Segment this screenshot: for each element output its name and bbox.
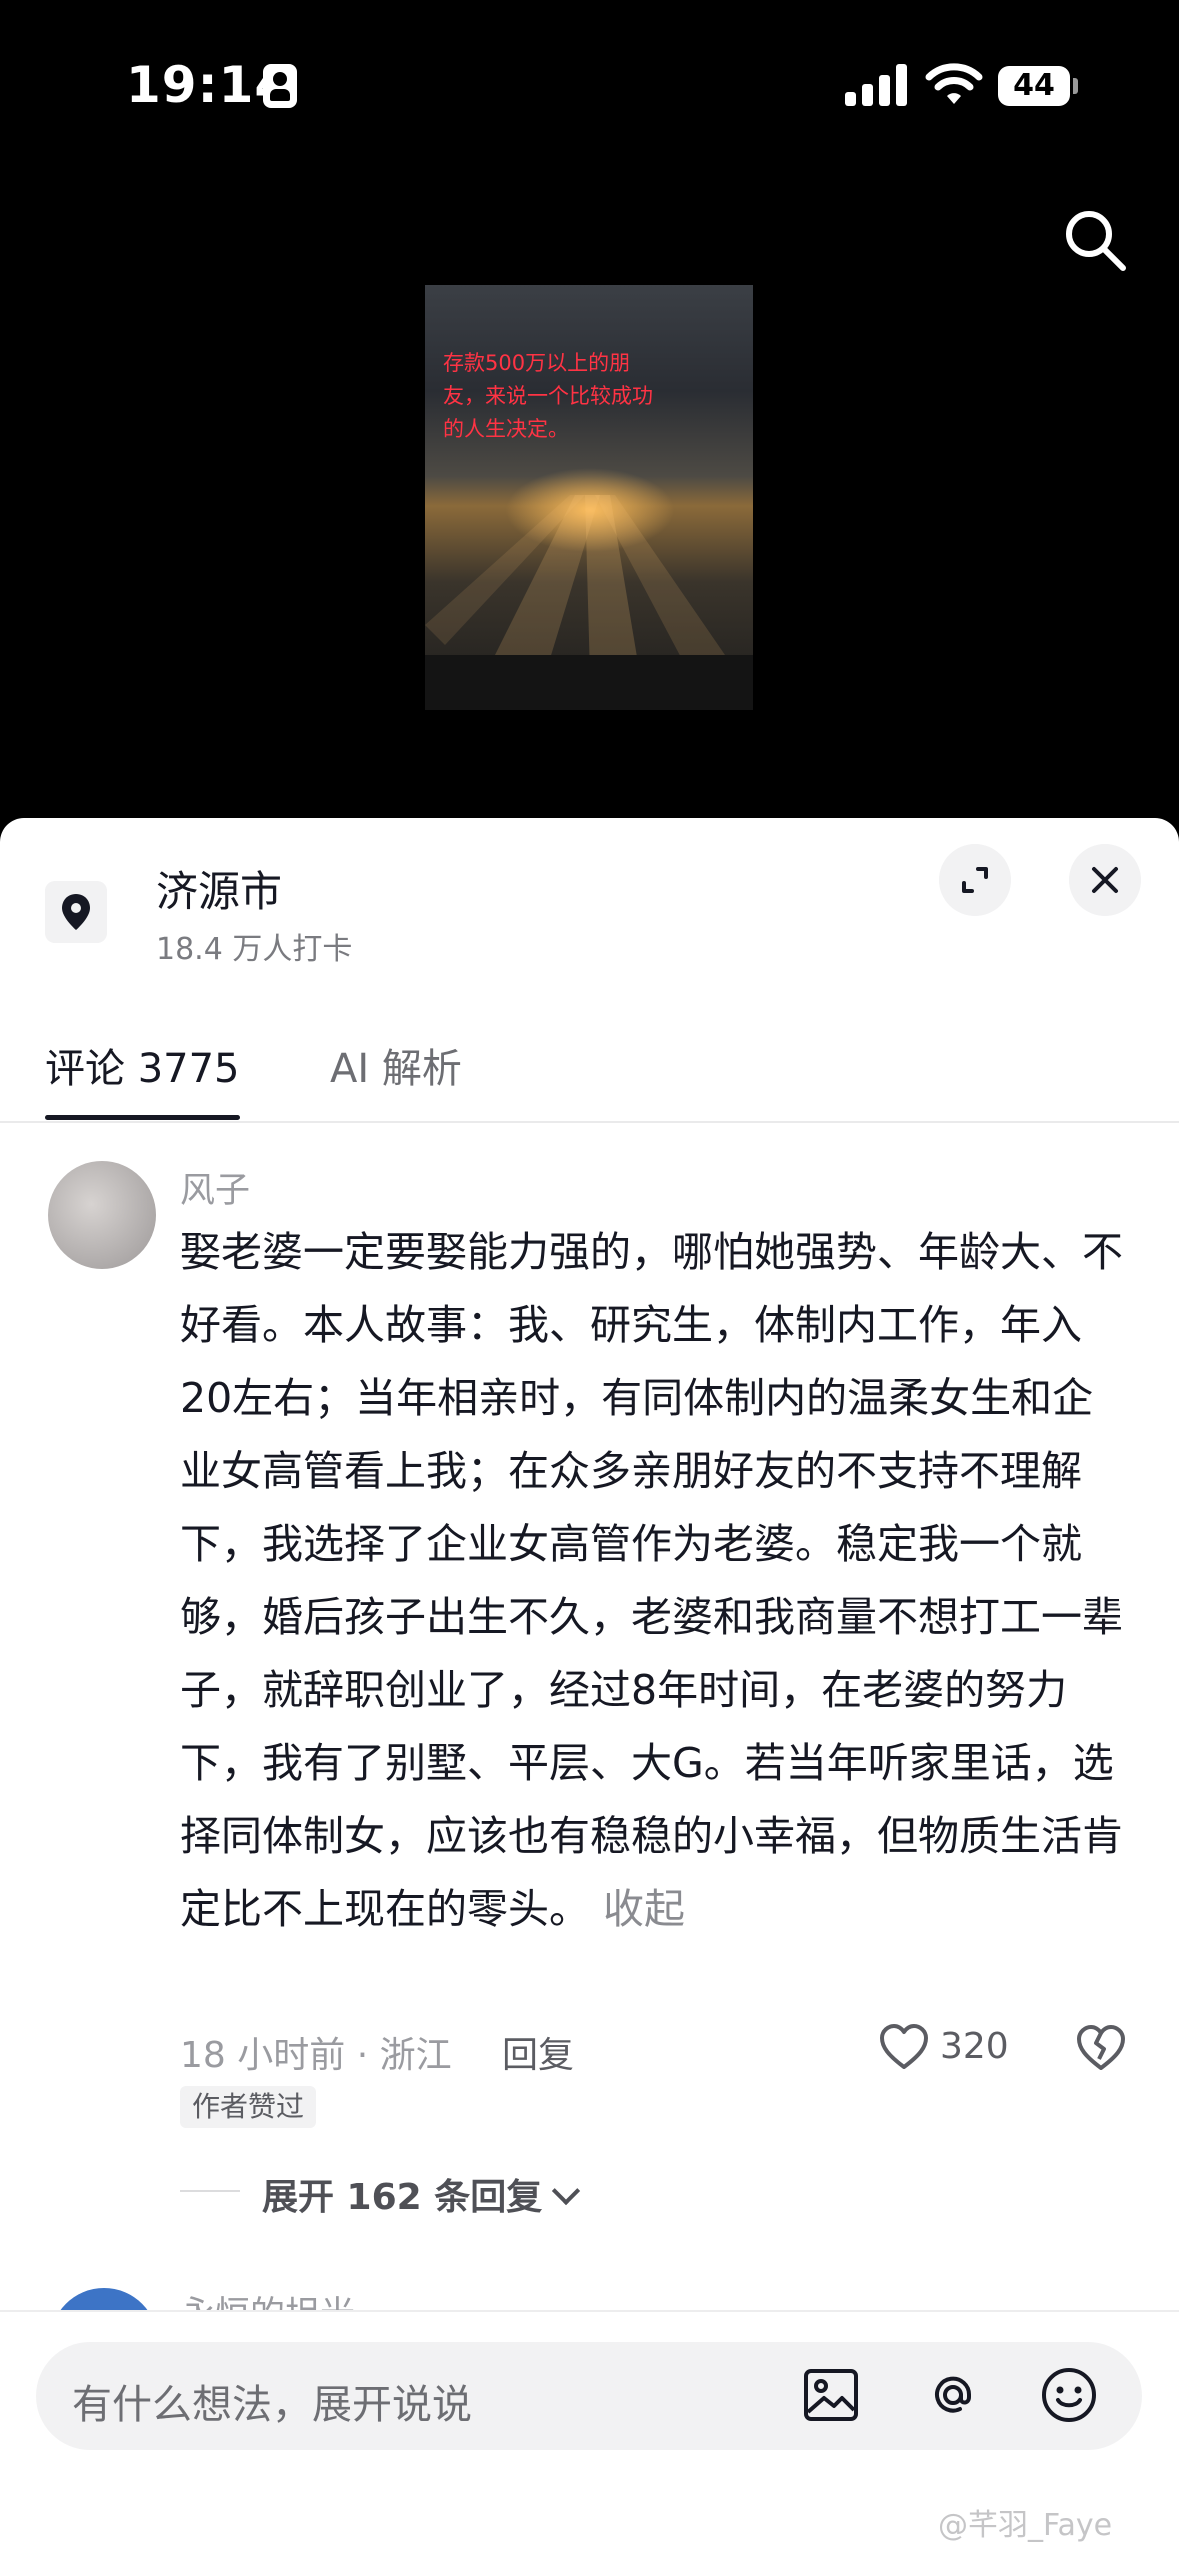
- like-count: 320: [940, 2026, 1009, 2067]
- reply-button[interactable]: 回复: [502, 2026, 574, 2078]
- expand-replies-label: 展开 162 条回复: [262, 2177, 543, 2218]
- thumbnail-ground: [425, 655, 753, 710]
- comment-input[interactable]: 有什么想法，展开说说: [36, 2342, 1142, 2450]
- emoji-icon[interactable]: [1036, 2362, 1102, 2428]
- comment-meta: 18 小时前 · 浙江: [180, 2035, 452, 2076]
- cellular-signal-icon: [845, 64, 907, 106]
- thumbnail-overlay-text: 存款500万以上的朋友，来说一个比较成功的人生决定。: [443, 351, 653, 441]
- active-tab-indicator: [45, 1115, 240, 1120]
- location-name[interactable]: 济源市: [156, 858, 282, 919]
- video-thumbnail[interactable]: 存款500万以上的朋友，来说一个比较成功的人生决定。: [425, 285, 753, 710]
- author-liked-badge: 作者赞过: [180, 2086, 317, 2128]
- at-icon[interactable]: [920, 2362, 986, 2428]
- comments-sheet: 济源市 18.4 万人打卡 评论 3775 AI 解析 风子 娶老婆一定要娶能力…: [0, 818, 1179, 2558]
- watermark-text: @芊羽_Faye: [938, 2508, 1113, 2543]
- tab-bar: 评论 3775 AI 解析: [0, 1018, 1179, 1123]
- expand-icon[interactable]: [939, 844, 1011, 916]
- search-icon[interactable]: [1060, 205, 1130, 275]
- wifi-icon: [925, 63, 983, 104]
- image-icon[interactable]: [798, 2362, 864, 2428]
- contact-card-icon: [263, 64, 297, 108]
- location-checkins: 18.4 万人打卡: [156, 932, 353, 967]
- expand-replies-button[interactable]: 展开 162 条回复: [262, 2168, 581, 2220]
- replies-divider: [180, 2190, 240, 2192]
- battery-indicator: 44: [998, 66, 1070, 106]
- heart-icon[interactable]: [878, 2023, 930, 2071]
- comment-input-placeholder: 有什么想法，展开说说: [72, 2382, 472, 2428]
- map-pin-icon: [45, 881, 107, 943]
- status-bar: 19:14 44: [0, 0, 1179, 170]
- collapse-link[interactable]: 收起: [603, 1885, 685, 1933]
- comment-username[interactable]: 风子: [180, 1162, 250, 1213]
- chevron-down-icon: [552, 2176, 581, 2206]
- broken-heart-icon[interactable]: [1075, 2021, 1127, 2073]
- close-icon[interactable]: [1069, 844, 1141, 916]
- avatar[interactable]: [48, 1161, 156, 1269]
- sun-rays-image: [425, 495, 725, 675]
- comment-body: 娶老婆一定要娶能力强的，哪怕她强势、年龄大、不好看。本人故事：我、研究生，体制内…: [180, 1228, 1123, 1933]
- tab-comments[interactable]: 评论 3775: [45, 1036, 240, 1094]
- battery-nub: [1073, 78, 1078, 94]
- comment-text: 娶老婆一定要娶能力强的，哪怕她强势、年龄大、不好看。本人故事：我、研究生，体制内…: [180, 1216, 1125, 1946]
- tab-ai-analysis[interactable]: AI 解析: [330, 1036, 462, 1094]
